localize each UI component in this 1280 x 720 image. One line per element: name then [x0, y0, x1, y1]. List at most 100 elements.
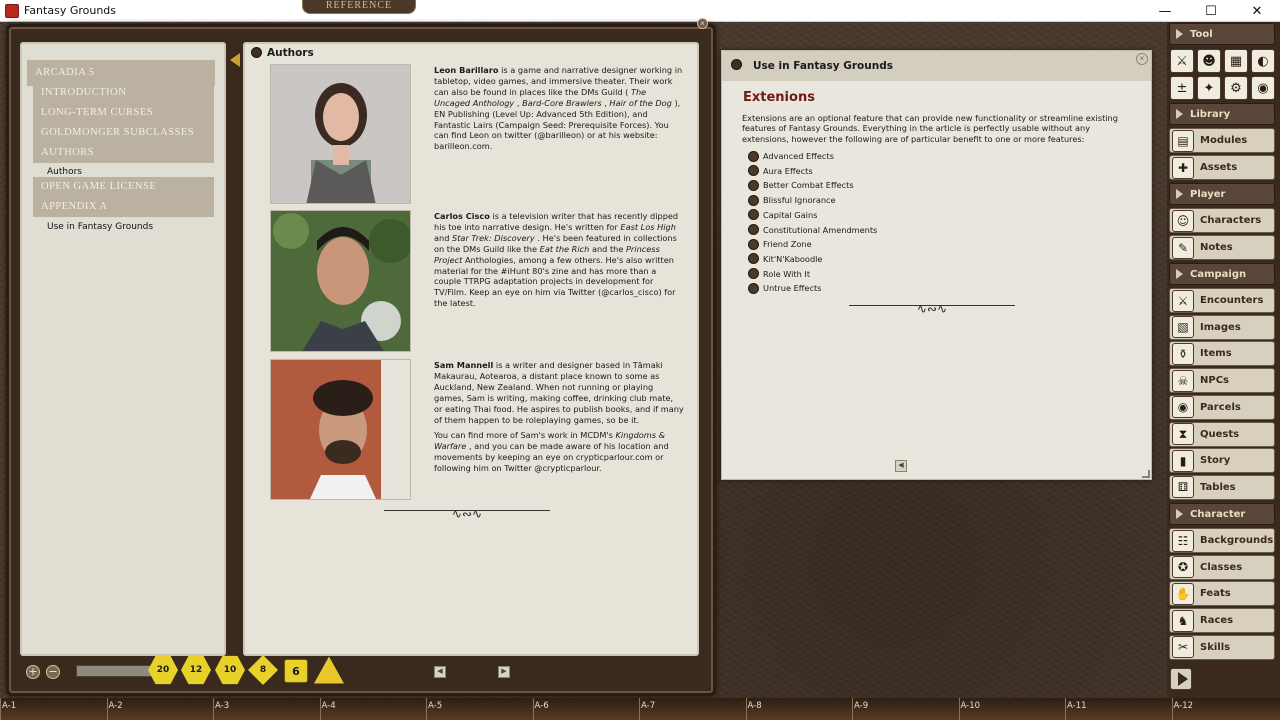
zoom-in-icon[interactable]: + — [26, 665, 40, 679]
hotkey-slot-a-6[interactable]: A-6 — [535, 701, 549, 711]
extension-item[interactable]: Better Combat Effects — [748, 179, 854, 191]
maximize-button[interactable]: ☐ — [1188, 0, 1234, 22]
toc-item-open-game-license[interactable]: OPEN GAME LICENSE — [33, 177, 214, 197]
sidebar-item-items[interactable]: ⚱ Items — [1169, 341, 1275, 367]
sidebar-item-quests[interactable]: ⧗ Quests — [1169, 421, 1275, 447]
extension-item[interactable]: Capital Gains — [748, 209, 817, 221]
extension-item[interactable]: Friend Zone — [748, 238, 812, 250]
hotkey-slot-a-7[interactable]: A-7 — [641, 701, 655, 711]
hotkey-bar: A-1 A-2 A-3 A-4 A-5 A-6 A-7 A-8 A-9 A-10 A-11 A-12 — [0, 698, 1280, 720]
toc-subitem-authors[interactable]: Authors — [47, 167, 82, 177]
calendar-icon[interactable]: ▦ — [1224, 49, 1248, 73]
library-header-tab: REFERENCE — [302, 0, 416, 14]
bio-text-run: You can find more of Sam's work in MCDM'… — [434, 430, 616, 441]
extension-item[interactable]: Constitutional Amendments — [748, 224, 877, 236]
sidebar-header-campaign[interactable]: Campaign — [1169, 263, 1275, 285]
close-button[interactable]: ✕ — [1234, 0, 1280, 22]
sidebar-item-images[interactable]: ▧ Images — [1169, 314, 1275, 340]
sidebar-item-notes[interactable]: ✎ Notes — [1169, 235, 1275, 260]
toc-item-long-term-curses[interactable]: LONG-TERM CURSES — [33, 103, 214, 123]
toc-item-introduction[interactable]: INTRODUCTION — [33, 83, 214, 103]
dice-d6-icon[interactable]: 6 — [284, 659, 308, 683]
feats-icon: ✋ — [1172, 582, 1194, 605]
bio-text-run: Anthologies, among a few others. He's al… — [434, 254, 676, 309]
hotkey-slot-a-3[interactable]: A-3 — [215, 701, 229, 711]
sidebar-item-label: Notes — [1200, 242, 1233, 253]
color-palette-icon[interactable]: ◐ — [1251, 49, 1275, 73]
author-name: Sam Mannell — [434, 360, 494, 370]
toc-collapse-arrow-icon[interactable] — [230, 53, 240, 67]
minimize-button[interactable]: — — [1142, 0, 1188, 22]
hotkey-slot-a-8[interactable]: A-8 — [748, 701, 762, 711]
use-window-close-icon[interactable]: × — [1136, 53, 1148, 65]
sidebar-item-encounters[interactable]: ⚔ Encounters — [1169, 288, 1275, 313]
hotkey-slot-a-5[interactable]: A-5 — [428, 701, 442, 711]
extensions-heading: Extenions — [743, 90, 815, 105]
sidebar-header-label: Player — [1190, 188, 1226, 200]
combat-tracker-icon[interactable]: ⚔ — [1170, 49, 1194, 73]
hotkey-slot-a-12[interactable]: A-12 — [1174, 701, 1194, 711]
extension-bullet-icon — [748, 238, 759, 250]
sidebar-item-modules[interactable]: ▤ Modules — [1169, 128, 1275, 153]
zoom-out-icon[interactable]: − — [46, 665, 60, 679]
toc-item-goldmonger-subclasses[interactable]: GOLDMONGER SUBCLASSES — [33, 123, 214, 143]
sidebar-item-skills[interactable]: ✂ Skills — [1169, 634, 1275, 660]
toc-item-appendix-a[interactable]: APPENDIX A — [33, 197, 214, 217]
zoom-slider[interactable] — [76, 665, 156, 677]
page-forward-icon[interactable]: ▶ — [498, 666, 510, 678]
collapse-triangle-icon — [1176, 509, 1183, 519]
hotkey-slot-a-2[interactable]: A-2 — [109, 701, 123, 711]
options-icon[interactable]: ⚙ — [1224, 76, 1248, 100]
hotkey-slot-a-1[interactable]: A-1 — [2, 701, 16, 711]
sidebar-header-player[interactable]: Player — [1169, 183, 1275, 205]
sidebar-item-classes[interactable]: ✪ Classes — [1169, 554, 1275, 580]
extension-item[interactable]: Role With It — [748, 268, 810, 280]
hotkey-slot-a-4[interactable]: A-4 — [322, 701, 336, 711]
sidebar-item-label: Tables — [1200, 481, 1236, 493]
hotkey-slot-a-9[interactable]: A-9 — [854, 701, 868, 711]
sidebar-header-tool[interactable]: Tool — [1169, 23, 1275, 45]
backgrounds-icon: ☷ — [1172, 529, 1194, 552]
sidebar-item-tables[interactable]: ⚅ Tables — [1169, 474, 1275, 500]
library-close-icon[interactable]: × — [697, 18, 708, 29]
play-icon[interactable] — [1170, 668, 1192, 690]
extension-item[interactable]: Kit'N'Kaboodle — [748, 253, 822, 265]
extension-item[interactable]: Blissful Ignorance — [748, 194, 836, 206]
sidebar-item-label: Modules — [1200, 135, 1248, 146]
hotkey-slot-a-11[interactable]: A-11 — [1067, 701, 1087, 711]
use-window-back-icon[interactable]: ◀ — [895, 460, 907, 472]
page-back-icon[interactable]: ◀ — [434, 666, 446, 678]
toc-item-authors[interactable]: AUTHORS — [33, 143, 214, 163]
sidebar-item-characters[interactable]: ☺ Characters — [1169, 208, 1275, 233]
sidebar-item-feats[interactable]: ✋ Feats — [1169, 581, 1275, 607]
hotkey-slot-a-10[interactable]: A-10 — [961, 701, 981, 711]
sidebar-item-assets[interactable]: ✚ Assets — [1169, 155, 1275, 180]
sidebar-item-label: Encounters — [1200, 295, 1264, 306]
modifiers-icon[interactable]: ± — [1170, 76, 1194, 100]
sidebar-header-label: Campaign — [1190, 268, 1247, 280]
use-window-resize-handle[interactable] — [1142, 470, 1150, 478]
extension-label: Untrue Effects — [763, 283, 822, 294]
sidebar-item-label: NPCs — [1200, 375, 1229, 387]
extension-item[interactable]: Untrue Effects — [748, 282, 821, 294]
extension-item[interactable]: Aura Effects — [748, 165, 813, 177]
sidebar-item-npcs[interactable]: ☠ NPCs — [1169, 368, 1275, 394]
sidebar-item-races[interactable]: ♞ Races — [1169, 608, 1275, 634]
extension-label: Blissful Ignorance — [763, 195, 836, 206]
author-photo-carlos — [270, 210, 411, 352]
sidebar-item-story[interactable]: ▮ Story — [1169, 448, 1275, 474]
sidebar-item-label: Quests — [1200, 428, 1240, 440]
encounters-icon: ⚔ — [1172, 289, 1194, 312]
sidebar-item-label: Backgrounds — [1200, 535, 1274, 546]
party-icon[interactable]: ☻ — [1197, 49, 1221, 73]
classes-icon: ✪ — [1172, 556, 1194, 579]
sidebar-header-library[interactable]: Library — [1169, 103, 1275, 125]
extension-item[interactable]: Advanced Effects — [748, 150, 834, 162]
tokens-icon[interactable]: ◉ — [1251, 76, 1275, 100]
toc-subitem-use-in-fantasy-grounds[interactable]: Use in Fantasy Grounds — [47, 222, 153, 232]
effects-icon[interactable]: ✦ — [1197, 76, 1221, 100]
parcels-icon: ◉ — [1172, 396, 1194, 419]
sidebar-item-backgrounds[interactable]: ☷ Backgrounds — [1169, 528, 1275, 553]
sidebar-item-parcels[interactable]: ◉ Parcels — [1169, 394, 1275, 420]
sidebar-header-character[interactable]: Character — [1169, 503, 1275, 525]
